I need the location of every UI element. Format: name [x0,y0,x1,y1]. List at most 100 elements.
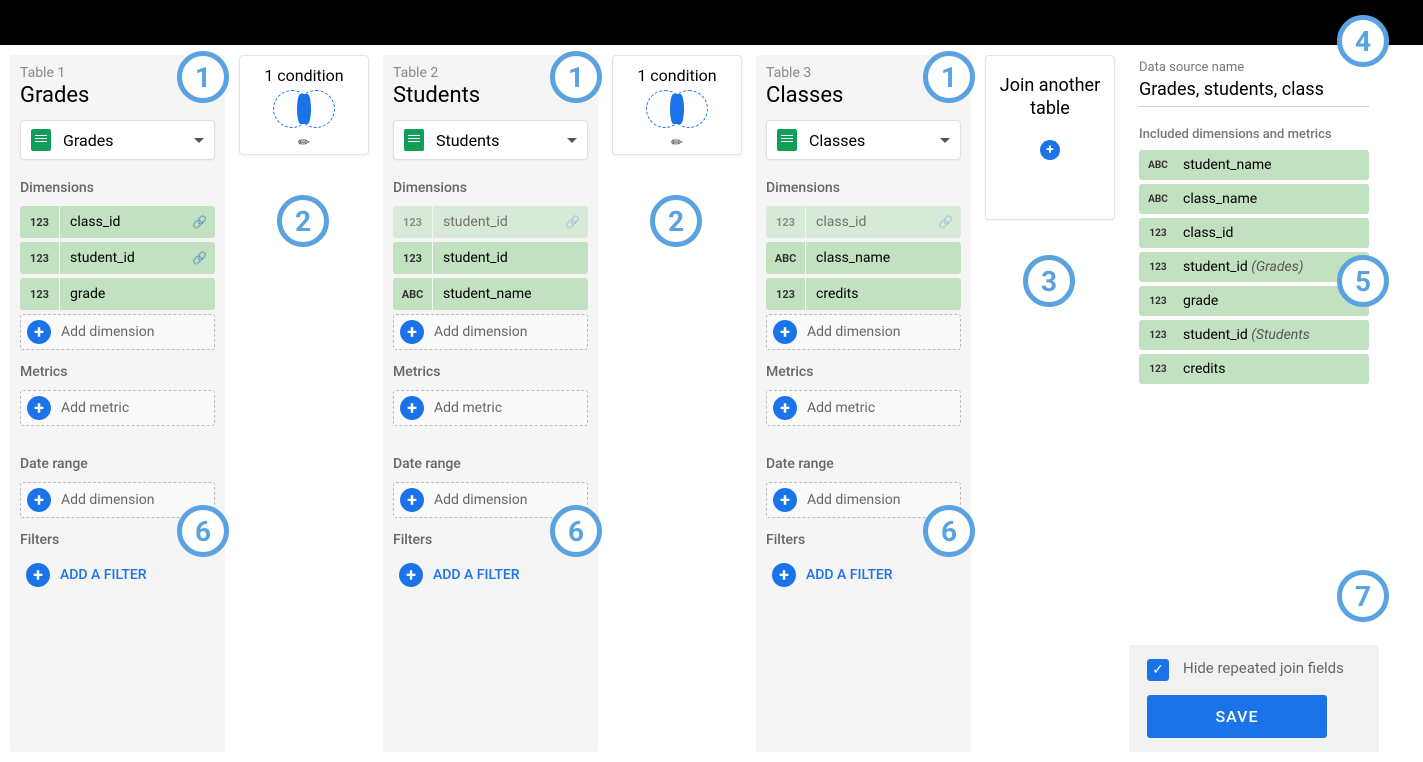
type-badge-123: 123 [20,278,60,310]
date-range-label-3: Date range [766,456,961,472]
chevron-down-icon [194,138,204,143]
add-dim-label: Add dimension [61,324,154,340]
type-badge-abc: ABC [393,278,433,310]
table-card-2: 1 Table 2 Students Students Dimensions 1… [383,55,598,752]
add-dim-label: Add dimension [807,492,900,508]
link-icon: 🔗 [192,251,207,265]
title-bar-black [0,0,1423,45]
pencil-icon: ✏ [618,135,736,151]
dimension-chip[interactable]: ABC student_name [393,278,588,310]
venn-icon [269,90,339,130]
type-badge: 123 [1139,286,1177,316]
type-badge-123: 123 [20,206,60,238]
hide-repeated-row[interactable]: ✓ Hide repeated join fields [1147,659,1361,681]
join-column-23: 1 condition ✏ 2 [612,55,742,752]
callout-4: 4 [1337,15,1389,67]
type-badge: 123 [1139,218,1177,248]
join-config-23[interactable]: 1 condition ✏ [612,55,742,155]
add-filter-btn-2[interactable]: + ADD A FILTER [393,558,588,592]
add-filter-label: ADD A FILTER [806,567,893,583]
dimension-chip[interactable]: 123 student_id 🔗 [393,206,588,238]
field-chip[interactable]: 123 grade [1139,286,1369,316]
plus-icon: + [773,488,797,512]
bottom-save-panel: ✓ Hide repeated join fields SAVE [1129,645,1379,752]
metrics-label-3: Metrics [766,364,961,380]
data-source-name[interactable]: Grades, students, class [1139,79,1369,107]
field-chip[interactable]: 123 student_id (Grades) [1139,252,1369,282]
chevron-down-icon [567,138,577,143]
pencil-icon: ✏ [245,135,363,151]
dimensions-label-1: Dimensions [20,180,215,196]
sheets-icon [777,129,797,151]
checkbox-checked-icon[interactable]: ✓ [1147,659,1169,681]
add-dimension-btn-2[interactable]: + Add dimension [393,314,588,350]
callout-6b: 6 [550,505,602,557]
chip-name: student_id [433,214,565,230]
venn-icon [642,90,712,130]
hide-repeated-label: Hide repeated join fields [1183,659,1344,679]
table-card-3: 1 Table 3 Classes Classes Dimensions 123… [756,55,971,752]
dimension-chip[interactable]: 123 class_id 🔗 [766,206,961,238]
chip-name: grade [1177,293,1218,309]
type-badge: 123 [1139,252,1177,282]
source-name-1: Grades [63,131,194,150]
add-dim-label: Add dimension [61,492,154,508]
chip-name: credits [1177,361,1225,377]
chip-name: grade [60,286,215,302]
type-badge-123: 123 [766,206,806,238]
source-name-2: Students [436,131,567,150]
chip-name: class_id [1177,225,1233,241]
field-chip[interactable]: ABC student_name [1139,150,1369,180]
link-icon: 🔗 [192,215,207,229]
source-dropdown-1[interactable]: Grades [20,120,215,160]
source-dropdown-2[interactable]: Students [393,120,588,160]
type-badge-123: 123 [766,278,806,310]
add-metric-btn-3[interactable]: + Add metric [766,390,961,426]
dimension-chip[interactable]: 123 student_id 🔗 [20,242,215,274]
dimension-chip[interactable]: 123 student_id [393,242,588,274]
join-another-card[interactable]: Join another table + [985,55,1115,220]
save-button[interactable]: SAVE [1147,695,1327,738]
source-dropdown-3[interactable]: Classes [766,120,961,160]
dimension-chip[interactable]: 123 class_id 🔗 [20,206,215,238]
plus-icon: + [26,563,50,587]
field-chip[interactable]: 123 student_id (Students [1139,320,1369,350]
callout-3: 3 [1023,255,1075,307]
plus-icon: + [400,396,424,420]
sheets-icon [31,129,51,151]
chip-name: student_id (Students [1177,327,1310,343]
plus-icon: + [400,320,424,344]
metrics-label-2: Metrics [393,364,588,380]
chevron-down-icon [940,138,950,143]
plus-icon: + [773,320,797,344]
join-condition-text: 1 condition [618,66,736,85]
field-chip[interactable]: ABC class_name [1139,184,1369,214]
link-icon: 🔗 [938,215,953,229]
add-metric-btn-1[interactable]: + Add metric [20,390,215,426]
dimension-chip[interactable]: 123 grade [20,278,215,310]
add-dimension-btn-1[interactable]: + Add dimension [20,314,215,350]
join-another-text: Join another table [996,74,1104,121]
callout-1c: 1 [923,51,975,103]
included-fields-label: Included dimensions and metrics [1139,127,1369,142]
add-metric-btn-2[interactable]: + Add metric [393,390,588,426]
date-range-label-1: Date range [20,456,215,472]
date-range-label-2: Date range [393,456,588,472]
plus-icon: + [27,396,51,420]
field-chip[interactable]: 123 credits [1139,354,1369,384]
chip-name: class_id [60,214,192,230]
join-config-12[interactable]: 1 condition ✏ [239,55,369,155]
callout-6c: 6 [923,505,975,557]
add-filter-btn-3[interactable]: + ADD A FILTER [766,558,961,592]
add-dimension-btn-3[interactable]: + Add dimension [766,314,961,350]
plus-icon: + [399,563,423,587]
dimension-chip[interactable]: 123 credits [766,278,961,310]
add-metric-label: Add metric [807,400,875,416]
chip-name: student_id [60,250,192,266]
sheets-icon [404,129,424,151]
field-chip[interactable]: 123 class_id [1139,218,1369,248]
add-filter-btn-1[interactable]: + ADD A FILTER [20,558,215,592]
metrics-label-1: Metrics [20,364,215,380]
type-badge: 123 [1139,320,1177,350]
dimension-chip[interactable]: ABC class_name [766,242,961,274]
